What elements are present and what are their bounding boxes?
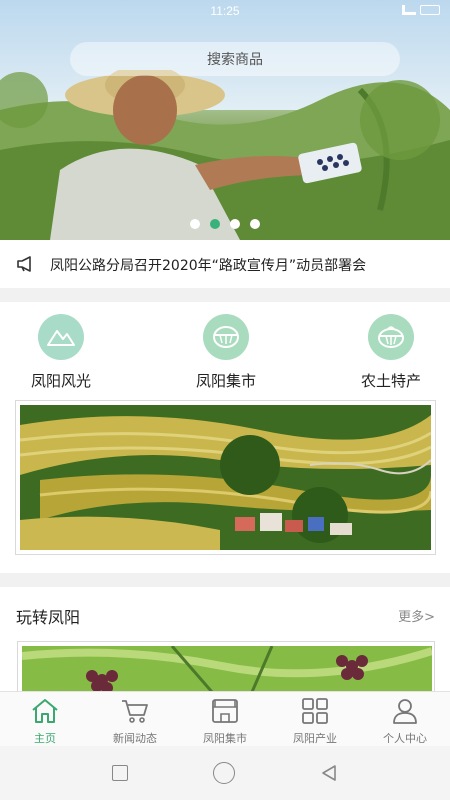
carousel-indicator [190,219,260,229]
terrace-photo [20,405,431,550]
featured-image[interactable] [15,400,436,555]
category-scenery[interactable]: 凤阳风光 [11,314,111,391]
section-divider [0,288,450,302]
tab-market[interactable]: 凤阳集市 [180,692,270,746]
tab-industry[interactable]: 凤阳产业 [270,692,360,746]
produce-icon [368,314,414,360]
tab-label: 凤阳产业 [293,732,337,745]
status-bar: 11:25 [0,0,450,22]
section-title: 玩转凤阳 [16,608,81,627]
notice-text[interactable]: 凤阳公路分局召开2020年“路政宣传月”动员部署会 [50,255,366,275]
category-market[interactable]: 凤阳集市 [176,314,276,391]
section-header: 玩转凤阳 更多> [0,600,450,630]
grid-icon [302,698,328,724]
category-label: 农土特产 [360,372,421,390]
grape-illustration [21,645,434,691]
more-link[interactable]: 更多> [398,606,435,625]
cart-icon [122,700,148,723]
search-placeholder: 搜索商品 [207,52,263,68]
status-icons [402,5,440,15]
section-divider [0,573,450,587]
terrace-illustration [20,405,431,550]
category-label: 凤阳集市 [195,372,256,390]
tab-news[interactable]: 新闻动态 [90,692,180,746]
category-row: 凤阳风光 凤阳集市 农土特产 [0,302,450,394]
category-produce[interactable]: 农土特产 [341,314,441,391]
home-icon [32,699,58,723]
market-icon [203,314,249,360]
home-nav-icon[interactable] [212,762,235,784]
mountain-icon [38,314,84,360]
tab-label: 新闻动态 [113,732,157,745]
back-icon[interactable] [320,764,338,782]
store-icon [212,699,238,723]
megaphone-icon [17,256,31,272]
banner-photo [0,70,450,240]
system-nav-bar [0,746,450,800]
carousel-dot-active[interactable] [210,219,220,229]
battery-icon [420,5,440,15]
carousel-dot[interactable] [190,219,200,229]
bottom-tab-bar: 主页 新闻动态 凤阳集市 凤阳产业 个人中心 [0,691,450,746]
signal-icon [402,5,416,15]
tab-home[interactable]: 主页 [0,692,90,746]
section-image[interactable] [17,641,435,691]
status-time: 11:25 [210,4,240,18]
notice-bar[interactable]: 凤阳公路分局召开2020年“路政宣传月”动员部署会 [0,240,450,288]
grape-photo [21,645,434,691]
category-label: 凤阳风光 [30,372,91,390]
recents-icon[interactable] [112,765,129,781]
tab-label: 主页 [34,732,56,745]
hero-banner[interactable]: 11:25 搜索商品 [0,0,450,240]
person-icon [393,699,417,724]
tab-profile[interactable]: 个人中心 [360,692,450,746]
tab-label: 凤阳集市 [203,732,247,745]
carousel-dot[interactable] [250,219,260,229]
search-input[interactable]: 搜索商品 [70,42,400,76]
tab-label: 个人中心 [383,732,427,745]
carousel-dot[interactable] [230,219,240,229]
